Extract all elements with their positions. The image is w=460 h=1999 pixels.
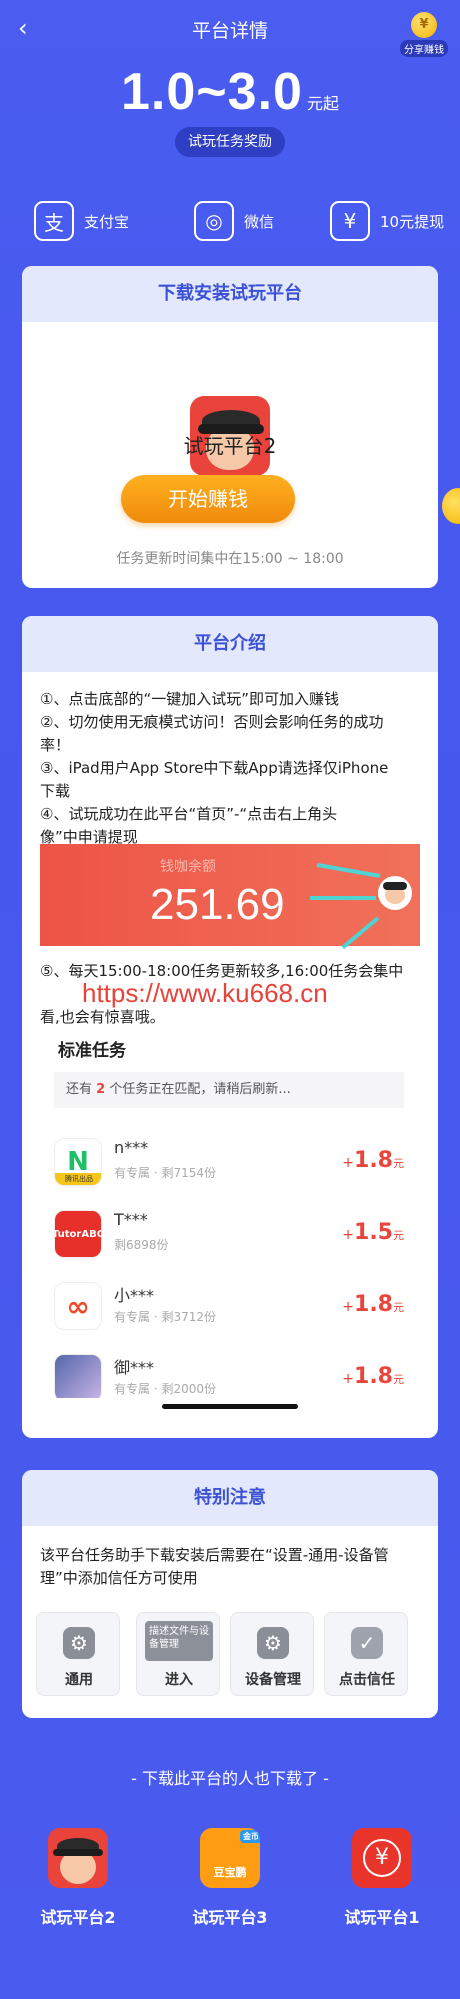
- recommended-app-name: 试玩平台1: [344, 1908, 420, 1927]
- task-name: 御***: [114, 1358, 155, 1377]
- task-row[interactable]: TutorABC T*** 剩6898份 +1.5元: [54, 1200, 404, 1270]
- reward-range: 1.0~3.0 元起: [0, 62, 460, 122]
- update-schedule: 任务更新时间集中在15:00 ~ 18:00: [116, 551, 344, 567]
- intro-steps: ①、点击底部的“一键加入试玩”即可加入赚钱 ②、切勿使用无痕模式访问！否则会影响…: [40, 688, 430, 849]
- task-reward: +1.8元: [342, 1292, 404, 1317]
- step-general: ⚙ 通用: [36, 1612, 120, 1696]
- settings-gear-icon: ⚙: [63, 1627, 95, 1659]
- recommended-app-name: 试玩平台3: [192, 1908, 268, 1927]
- intro-card-title: 平台介绍: [22, 616, 438, 672]
- notice-card-title: 特别注意: [22, 1470, 438, 1526]
- balance-screenshot: 钱咖余额 251.69: [40, 844, 420, 950]
- step-device-management: ⚙ 设备管理: [230, 1612, 314, 1696]
- balance-value: 251.69: [150, 880, 285, 929]
- wechat-icon: ◎: [194, 201, 234, 241]
- task-name: T***: [114, 1210, 148, 1229]
- step-enter: 描述文件与设备管理 进入: [136, 1612, 220, 1696]
- task-app-icon: [54, 1354, 102, 1398]
- intro-card: 平台介绍 ①、点击底部的“一键加入试玩”即可加入赚钱 ②、切勿使用无痕模式访问！…: [22, 616, 438, 1438]
- task-app-icon: N 腾讯出品: [54, 1138, 102, 1186]
- payout-label: 10元提现: [380, 212, 445, 231]
- task-row[interactable]: 御*** 有专属 · 剩2000份 +1.8元: [54, 1344, 404, 1398]
- reward-badge: 试玩任务奖励: [175, 127, 285, 157]
- page-title: 平台详情: [191, 20, 268, 42]
- checkmark-icon: ✓: [351, 1627, 383, 1659]
- reward-unit: 元起: [306, 94, 339, 113]
- task-app-icon: TutorABC: [54, 1210, 102, 1258]
- notice-text: 该平台任务助手下载安装后需要在“设置-通用-设备管 理”中添加信任方可使用: [40, 1546, 389, 1587]
- task-section-title: 标准任务: [58, 1041, 126, 1061]
- step-4a: ④、试玩成功在此平台“首页”-“点击右上角头: [40, 805, 338, 823]
- task-reward: +1.5元: [342, 1220, 404, 1245]
- download-card-title: 下载安装试玩平台: [22, 266, 438, 322]
- recommended-app[interactable]: ¥ 试玩平台1: [332, 1828, 432, 1928]
- step-trust: ✓ 点击信任: [324, 1612, 408, 1696]
- task-row[interactable]: N 腾讯出品 n*** 有专属 · 剩7154份 +1.8元: [54, 1128, 404, 1198]
- watermark: https://www.ku668.cn: [82, 978, 328, 1008]
- alipay-icon: 支: [34, 201, 74, 241]
- recommended-app-name: 试玩平台2: [40, 1908, 116, 1927]
- yen-coin-icon: ¥: [411, 12, 437, 38]
- task-app-icon: ∞: [54, 1282, 102, 1330]
- reward-amount: 1.0~3.0: [121, 63, 303, 121]
- payout-wechat: ◎ 微信: [194, 200, 274, 242]
- task-meta: 有专属 · 剩7154份: [114, 1166, 216, 1180]
- arrow-icon: [341, 916, 380, 950]
- describe-file-icon: 描述文件与设备管理: [145, 1621, 213, 1661]
- task-reward: +1.8元: [342, 1148, 404, 1173]
- yen-shield-icon: ¥: [352, 1828, 412, 1888]
- share-label: 分享赚钱: [400, 40, 448, 57]
- task-name: n***: [114, 1138, 149, 1157]
- notice-count: 2: [96, 1082, 106, 1097]
- floating-coin-icon: [442, 488, 460, 524]
- step-2b: 率！: [40, 736, 71, 754]
- avatar-icon: [378, 876, 412, 910]
- payout-withdraw: ¥ 10元提现: [330, 200, 444, 242]
- payout-label: 微信: [244, 212, 275, 231]
- start-earning-button[interactable]: 开始赚钱: [121, 475, 295, 523]
- also-downloaded-title: - 下载此平台的人也下载了 -: [131, 1769, 329, 1788]
- task-meta: 有专属 · 剩3712份: [114, 1310, 216, 1324]
- task-name: 小***: [114, 1286, 155, 1305]
- task-row[interactable]: ∞ 小*** 有专属 · 剩3712份 +1.8元: [54, 1272, 404, 1342]
- app-name: 试玩平台2: [183, 434, 277, 458]
- task-meta: 有专属 · 剩2000份: [114, 1382, 216, 1396]
- task-meta: 剩6898份: [114, 1238, 169, 1252]
- special-notice-card: 特别注意 该平台任务助手下载安装后需要在“设置-通用-设备管 理”中添加信任方可…: [22, 1470, 438, 1718]
- step-3a: ③、iPad用户App Store中下载App请选择仅iPhone: [40, 759, 389, 777]
- home-indicator: [162, 1404, 298, 1409]
- payout-label: 支付宝: [84, 212, 130, 231]
- step-3b: 下载: [40, 782, 71, 800]
- piggy-bank-icon: 豆宝鹏 金币: [200, 1828, 260, 1888]
- device-management-icon: ⚙: [257, 1627, 289, 1659]
- step-5b: 看,也会有惊喜哦。: [40, 1008, 165, 1026]
- arrow-icon: [316, 862, 381, 878]
- share-earn-button[interactable]: ¥ 分享赚钱: [398, 12, 450, 57]
- balance-label: 钱咖余额: [160, 859, 216, 875]
- task-reward: +1.8元: [342, 1364, 404, 1389]
- payout-alipay: 支 支付宝: [34, 200, 129, 242]
- hat-face-icon: [48, 1828, 108, 1888]
- download-card: 下载安装试玩平台 试玩平台2 任务更新时间集中在15:00 ~ 18:00: [22, 266, 438, 588]
- step-2a: ②、切勿使用无痕模式访问！否则会影响任务的成功: [40, 713, 384, 731]
- yen-icon: ¥: [330, 201, 370, 241]
- matching-notice: 还有 2 个任务正在匹配，请稍后刷新...: [54, 1072, 404, 1108]
- arrow-icon: [310, 896, 376, 900]
- recommended-app[interactable]: 试玩平台2: [28, 1828, 128, 1928]
- recommended-app[interactable]: 豆宝鹏 金币 试玩平台3: [180, 1828, 280, 1928]
- step-1: ①、点击底部的“一键加入试玩”即可加入赚钱: [40, 690, 339, 708]
